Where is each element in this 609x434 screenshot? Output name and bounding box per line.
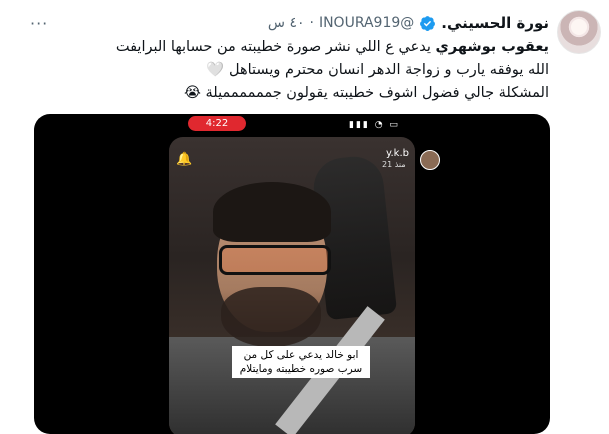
video-caption: ابو خالد يدعي على كل من سرب صوره خطيبته … xyxy=(232,346,370,378)
video-frame xyxy=(169,137,415,434)
story-meta: منذ 21 xyxy=(382,160,406,169)
author-name[interactable]: نورة الحسيني. xyxy=(441,14,549,32)
story-username: y.k.b xyxy=(386,148,409,159)
person-hair-image xyxy=(213,182,331,242)
separator-dot: · xyxy=(309,15,314,31)
tweet-text-line-1: يعقوب بوشهري يدعي ع اللي نشر صورة خطيبته… xyxy=(29,36,549,59)
tweet-timestamp[interactable]: ٤٠ س xyxy=(268,15,305,31)
tweet-text: يعقوب بوشهري يدعي ع اللي نشر صورة خطيبته… xyxy=(29,36,549,105)
verified-badge-icon xyxy=(420,15,436,31)
mention-name: يعقوب بوشهري xyxy=(435,39,549,55)
phone-status-icons: ▮▮▮ ◔ ▭ xyxy=(349,120,400,130)
author-avatar[interactable] xyxy=(557,10,601,54)
tweet-text-line-3: المشكلة جالي فضول اشوف خطيبته يقولون جمم… xyxy=(183,85,549,101)
tweet[interactable]: نورة الحسيني. @INOURA919 · ٤٠ س ··· يعقو… xyxy=(0,0,609,434)
tweet-header: نورة الحسيني. @INOURA919 · ٤٠ س xyxy=(268,12,549,34)
author-handle[interactable]: @INOURA919 xyxy=(319,15,414,31)
story-user-avatar xyxy=(420,150,440,170)
beard-image xyxy=(221,287,321,347)
more-options-icon[interactable]: ··· xyxy=(30,14,48,33)
tweet-media-video[interactable]: 4:22 ▮▮▮ ◔ ▭ 🔔 y.k.b منذ 21 ابو خالد يدع… xyxy=(34,114,550,434)
bell-icon: 🔔 xyxy=(176,152,193,167)
tweet-text-line-1-rest: يدعي ع اللي نشر صورة خطيبته من حسابها ال… xyxy=(115,39,436,55)
recording-time-badge: 4:22 xyxy=(188,116,246,131)
tweet-text-line-2: الله يوفقه يارب و زواجة الدهر انسان محتر… xyxy=(206,62,549,78)
sunglasses-image xyxy=(219,245,331,275)
